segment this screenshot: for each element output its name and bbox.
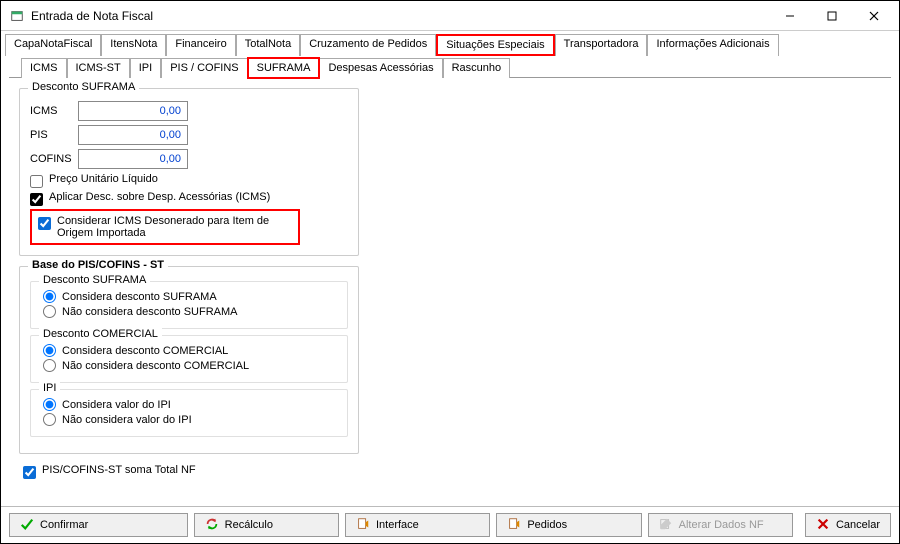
close-icon (816, 517, 830, 534)
maximize-button[interactable] (811, 2, 853, 30)
group-title: Desconto SUFRAMA (28, 81, 139, 93)
label-cofins: COFINS (30, 153, 78, 165)
pedidos-label: Pedidos (527, 519, 567, 531)
radio-considera-comercial[interactable] (43, 344, 56, 357)
label-pis: PIS (30, 129, 78, 141)
label-icms-desonerado: Considerar ICMS Desonerado para Item de … (57, 215, 292, 239)
tab-situacoes-especiais[interactable]: Situações Especiais (436, 34, 554, 56)
interface-button[interactable]: Interface (345, 513, 490, 537)
subtab-ipi[interactable]: IPI (130, 58, 161, 78)
window-controls (769, 2, 895, 30)
group-desconto-suframa: Desconto SUFRAMA ICMS PIS COFINS Preço U… (19, 88, 359, 256)
subtitle-desc-comercial: Desconto COMERCIAL (39, 328, 162, 340)
content-area: Desconto SUFRAMA ICMS PIS COFINS Preço U… (1, 78, 899, 506)
tab-info-adicionais[interactable]: Informações Adicionais (647, 34, 778, 56)
subtitle-ipi: IPI (39, 382, 60, 394)
label-nao-considera-suframa: Não considera desconto SUFRAMA (62, 306, 237, 318)
checkbox-preco-unitario[interactable] (30, 175, 43, 188)
subtab-icms[interactable]: ICMS (21, 58, 67, 78)
recalculo-label: Recálculo (225, 519, 273, 531)
check-icon (20, 517, 34, 534)
subtab-rascunho[interactable]: Rascunho (443, 58, 511, 78)
label-nao-considera-comercial: Não considera desconto COMERCIAL (62, 360, 249, 372)
tab-transportadora[interactable]: Transportadora (555, 34, 648, 56)
radio-considera-suframa[interactable] (43, 290, 56, 303)
alterar-dados-button: Alterar Dados NF (648, 513, 793, 537)
tab-capanotafiscal[interactable]: CapaNotaFiscal (5, 34, 101, 56)
highlight-icms-desonerado: Considerar ICMS Desonerado para Item de … (30, 209, 300, 245)
cancelar-label: Cancelar (836, 519, 880, 531)
subgroup-desc-comercial: Desconto COMERCIAL Considera desconto CO… (30, 335, 348, 383)
label-considera-comercial: Considera desconto COMERCIAL (62, 345, 228, 357)
edit-icon (659, 517, 673, 534)
button-bar: Confirmar Recálculo Interface Pedidos Al… (1, 506, 899, 543)
radio-considera-ipi[interactable] (43, 398, 56, 411)
radio-nao-considera-ipi[interactable] (43, 413, 56, 426)
subtab-despesas[interactable]: Despesas Acessórias (319, 58, 442, 78)
group-base-piscofins: Base do PIS/COFINS - ST Desconto SUFRAMA… (19, 266, 359, 454)
document-icon (507, 517, 521, 534)
refresh-icon (205, 517, 219, 534)
app-icon (9, 8, 25, 24)
radio-nao-considera-comercial[interactable] (43, 359, 56, 372)
subgroup-desc-suframa: Desconto SUFRAMA Considera desconto SUFR… (30, 281, 348, 329)
sub-tabs: ICMS ICMS-ST IPI PIS / COFINS SUFRAMA De… (9, 55, 891, 78)
checkbox-icms-desonerado[interactable] (38, 217, 51, 230)
input-cofins[interactable] (78, 149, 188, 169)
recalculo-button[interactable]: Recálculo (194, 513, 339, 537)
label-considera-ipi: Considera valor do IPI (62, 399, 171, 411)
input-icms[interactable] (78, 101, 188, 121)
document-icon (356, 517, 370, 534)
checkbox-aplicar-desc[interactable] (30, 193, 43, 206)
subtab-pis-cofins[interactable]: PIS / COFINS (161, 58, 247, 78)
label-soma-total-nf: PIS/COFINS-ST soma Total NF (42, 464, 196, 476)
label-nao-considera-ipi: Não considera valor do IPI (62, 414, 192, 426)
radio-nao-considera-suframa[interactable] (43, 305, 56, 318)
subtitle-desc-suframa: Desconto SUFRAMA (39, 274, 150, 286)
group-base-title: Base do PIS/COFINS - ST (28, 259, 168, 271)
input-pis[interactable] (78, 125, 188, 145)
confirmar-label: Confirmar (40, 519, 88, 531)
titlebar: Entrada de Nota Fiscal (1, 1, 899, 31)
subtab-icms-st[interactable]: ICMS-ST (67, 58, 130, 78)
cancelar-button[interactable]: Cancelar (805, 513, 891, 537)
label-icms: ICMS (30, 105, 78, 117)
pedidos-button[interactable]: Pedidos (496, 513, 641, 537)
interface-label: Interface (376, 519, 419, 531)
main-tabs: CapaNotaFiscal ItensNota Financeiro Tota… (1, 31, 899, 55)
tab-itensnota[interactable]: ItensNota (101, 34, 166, 56)
window-title: Entrada de Nota Fiscal (31, 9, 769, 23)
subtab-suframa[interactable]: SUFRAMA (248, 58, 320, 78)
checkbox-soma-total-nf[interactable] (23, 466, 36, 479)
confirmar-button[interactable]: Confirmar (9, 513, 188, 537)
close-button[interactable] (853, 2, 895, 30)
subgroup-ipi: IPI Considera valor do IPI Não considera… (30, 389, 348, 437)
tab-cruzamento[interactable]: Cruzamento de Pedidos (300, 34, 436, 56)
minimize-button[interactable] (769, 2, 811, 30)
label-considera-suframa: Considera desconto SUFRAMA (62, 291, 217, 303)
tab-totalnota[interactable]: TotalNota (236, 34, 300, 56)
tab-financeiro[interactable]: Financeiro (166, 34, 235, 56)
alterar-label: Alterar Dados NF (679, 519, 764, 531)
label-aplicar-desc: Aplicar Desc. sobre Desp. Acessórias (IC… (49, 191, 270, 203)
label-preco-unitario: Preço Unitário Líquido (49, 173, 158, 185)
